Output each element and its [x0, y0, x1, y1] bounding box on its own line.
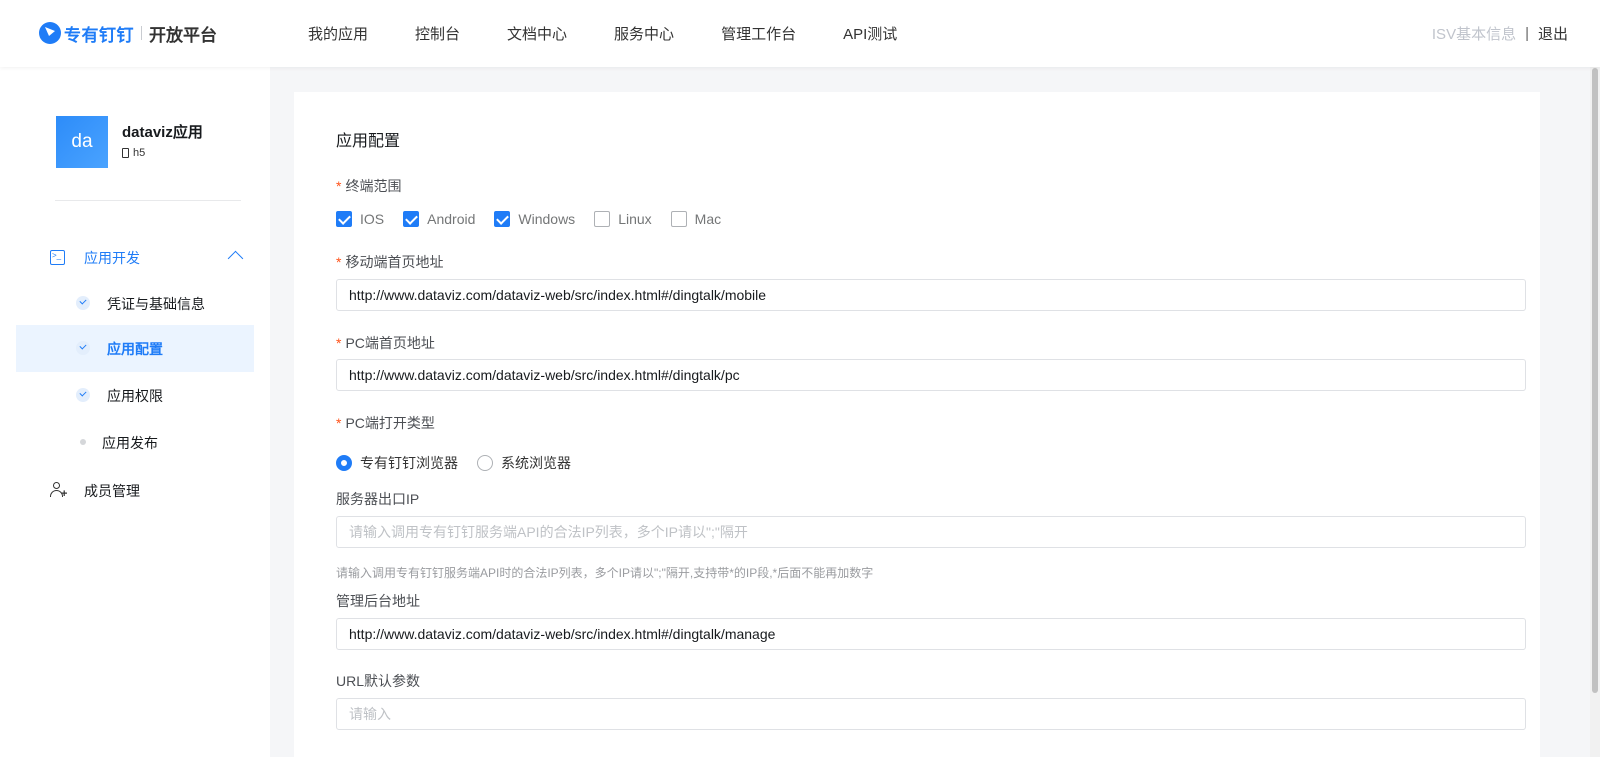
terminal-scope-label: * 终端范围	[336, 178, 402, 194]
url-params-label: URL默认参数	[336, 673, 421, 689]
terminal-icon: >_	[50, 250, 65, 265]
pc-open-type-label: * PC端打开类型	[336, 415, 435, 431]
account-links: ISV基本信息 | 退出	[1432, 23, 1568, 44]
required-mark: *	[336, 254, 342, 270]
check-icon	[76, 341, 90, 355]
admin-url-input[interactable]	[336, 618, 1526, 650]
sidebar-item-label: 应用权限	[107, 388, 163, 404]
checkbox-ios[interactable]: IOS	[336, 211, 384, 227]
page-scrollbar[interactable]	[1590, 67, 1600, 757]
checkbox-label: Windows	[518, 211, 576, 227]
checkbox-label: Linux	[618, 211, 652, 227]
mobile-homepage-input[interactable]	[336, 279, 1526, 311]
required-mark: *	[336, 178, 342, 194]
radio-system-browser[interactable]: 系统浏览器	[477, 453, 571, 473]
isv-info-link[interactable]: ISV基本信息	[1432, 23, 1516, 44]
sidebar-divider	[55, 200, 241, 201]
radio-label: 专有钉钉浏览器	[360, 455, 458, 471]
scrollbar-thumb[interactable]	[1592, 68, 1598, 693]
checkbox-box[interactable]	[670, 211, 687, 227]
app-type-label: h5	[133, 147, 146, 159]
mobile-icon	[122, 148, 129, 158]
pc-homepage-label: * PC端首页地址	[336, 335, 435, 351]
app-name: dataviz应用	[122, 124, 203, 141]
pc-open-type-radios: 专有钉钉浏览器 系统浏览器	[336, 454, 590, 472]
pc-homepage-input[interactable]	[336, 359, 1526, 391]
checkbox-label: Mac	[694, 211, 722, 227]
logo-divider	[141, 26, 142, 40]
dingtalk-logo-icon	[39, 22, 61, 44]
nav-item-docs[interactable]: 文档中心	[507, 23, 567, 44]
top-navigation-bar: 专有钉钉 开放平台 我的应用 控制台 文档中心 服务中心 管理工作台 API测试…	[0, 0, 1600, 67]
sidebar-group-label: 应用开发	[84, 250, 140, 266]
checkbox-mac[interactable]: Mac	[670, 211, 722, 227]
checkbox-linux[interactable]: Linux	[594, 211, 652, 227]
sidebar-item-label: 应用发布	[102, 435, 158, 451]
sidebar-item-app-permissions[interactable]: 应用权限	[16, 372, 254, 419]
admin-url-label: 管理后台地址	[336, 593, 420, 609]
required-mark: *	[336, 415, 342, 431]
checkbox-box[interactable]	[594, 211, 611, 227]
chevron-up-icon[interactable]	[227, 250, 244, 267]
sidebar: da dataviz应用 h5 >_ 应用开发 凭证与基础信息 应用配置 应用权…	[0, 67, 270, 757]
radio-label: 系统浏览器	[501, 455, 571, 471]
check-icon	[76, 296, 90, 310]
checkbox-box[interactable]	[336, 211, 352, 227]
nav-item-service[interactable]: 服务中心	[614, 23, 674, 44]
server-ip-input[interactable]	[336, 516, 1526, 548]
sidebar-item-credentials[interactable]: 凭证与基础信息	[16, 280, 254, 327]
check-icon	[76, 388, 90, 402]
main-nav: 我的应用 控制台 文档中心 服务中心 管理工作台 API测试	[308, 0, 944, 67]
radio-dingtalk-browser[interactable]: 专有钉钉浏览器	[336, 453, 458, 473]
url-params-input[interactable]	[336, 698, 1526, 730]
sidebar-item-member-management[interactable]: + 成员管理	[16, 467, 254, 513]
sidebar-item-label: 成员管理	[84, 483, 140, 499]
server-ip-label: 服务器出口IP	[336, 491, 420, 507]
radio-circle[interactable]	[336, 455, 352, 471]
server-ip-hint: 请输入调用专有钉钉服务端API时的合法IP列表，多个IP请以";"隔开,支持带*…	[336, 566, 874, 580]
nav-item-my-apps[interactable]: 我的应用	[308, 23, 368, 44]
logo[interactable]: 专有钉钉 开放平台	[39, 21, 217, 45]
checkbox-box[interactable]	[494, 211, 511, 227]
terminal-scope-checkboxes: IOS Android Windows Linux Mac	[336, 210, 740, 228]
form-title: 应用配置	[336, 133, 401, 150]
app-card: da dataviz应用 h5	[56, 116, 203, 168]
app-config-form: 应用配置 * 终端范围 IOS Android Windows Linux Mac…	[294, 92, 1540, 757]
logo-brand-text: 专有钉钉	[64, 25, 134, 45]
app-type: h5	[122, 147, 203, 159]
pending-dot-icon	[80, 439, 86, 445]
sidebar-item-label: 凭证与基础信息	[107, 296, 205, 312]
required-mark: *	[336, 335, 342, 351]
checkbox-label: IOS	[360, 211, 385, 227]
logout-link[interactable]: 退出	[1538, 23, 1568, 44]
logo-platform-text: 开放平台	[149, 25, 217, 45]
sidebar-item-app-config[interactable]: 应用配置	[16, 325, 254, 372]
app-avatar: da	[56, 116, 108, 168]
checkbox-label: Android	[427, 211, 476, 227]
sidebar-item-label: 应用配置	[107, 341, 163, 357]
sidebar-group-app-development[interactable]: >_ 应用开发	[16, 234, 254, 280]
app-meta: dataviz应用 h5	[122, 116, 203, 168]
sidebar-item-app-publish[interactable]: 应用发布	[16, 419, 254, 466]
nav-item-admin-workbench[interactable]: 管理工作台	[721, 23, 796, 44]
checkbox-android[interactable]: Android	[403, 211, 475, 227]
checkbox-windows[interactable]: Windows	[494, 211, 575, 227]
nav-item-console[interactable]: 控制台	[415, 23, 460, 44]
checkbox-box[interactable]	[403, 211, 420, 227]
nav-item-api-test[interactable]: API测试	[843, 23, 897, 44]
mobile-homepage-label: * 移动端首页地址	[336, 254, 444, 270]
user-add-icon: +	[50, 482, 67, 500]
radio-circle[interactable]	[477, 455, 493, 471]
account-separator: |	[1525, 25, 1529, 42]
